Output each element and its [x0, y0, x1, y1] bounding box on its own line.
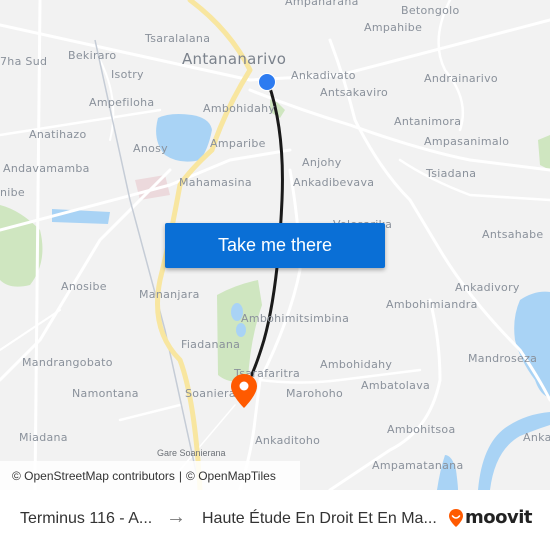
destination-name: Haute Étude En Droit Et En Ma... [202, 510, 437, 527]
map-attribution: © OpenStreetMap contributors | © OpenMap… [0, 461, 300, 490]
place-label: Ankadi [523, 431, 550, 444]
take-me-there-button[interactable]: Take me there [165, 223, 385, 268]
openmaptiles-attribution-link[interactable]: © OpenMapTiles [186, 469, 276, 483]
place-label: Antanimora [394, 115, 462, 128]
moovit-logo[interactable]: moovit [448, 507, 533, 528]
place-label: Gare Soanierana [157, 448, 226, 458]
place-label: Betongolo [401, 4, 460, 17]
place-label: Ankadivato [291, 69, 356, 82]
place-label: Ampasanimalo [424, 135, 510, 148]
osm-attribution-link[interactable]: © OpenStreetMap contributors [12, 469, 175, 483]
place-label: Ambohidahy [320, 358, 393, 371]
place-label: Antananarivo [182, 50, 287, 68]
map[interactable]: Ampanarana Betongolo Tsaralalana Bekiraro 7h… [0, 0, 550, 490]
moovit-wordmark: moovit [465, 507, 533, 528]
place-label: Antsakaviro [320, 86, 389, 99]
place-label: 7ha Sud [0, 55, 48, 68]
place-label: Amparibe [210, 137, 266, 150]
place-label: Ambohimitsimbina [241, 312, 350, 325]
place-label: Ampefiloha [89, 96, 155, 109]
place-label: Anosibe [61, 280, 107, 293]
place-label: Ankadibevava [293, 176, 375, 189]
place-label: Tsiadana [426, 167, 477, 180]
place-label: Ambohitsoa [387, 423, 456, 436]
place-label: Ankaditoho [255, 434, 321, 447]
place-label: Mahamasina [179, 176, 252, 189]
place-label: Mananjara [139, 288, 200, 301]
place-label: Andavamamba [3, 162, 90, 175]
place-label: Ampanarana [285, 0, 359, 8]
place-label: Ambatolava [361, 379, 431, 392]
place-label: Ankadivory [455, 281, 520, 294]
place-label: Tsaralalana [145, 32, 211, 45]
place-label: Ampahibe [364, 21, 423, 34]
water-west [52, 209, 110, 224]
origin-marker[interactable] [258, 73, 276, 91]
trip-footer: Terminus 116 - A... → Haute Étude En Dro… [0, 490, 550, 550]
arrow-right-icon: → [166, 506, 186, 528]
place-label: Antsahabe [482, 228, 544, 241]
destination-pin-icon[interactable] [230, 373, 258, 413]
place-label: Isotry [111, 68, 144, 81]
attribution-separator: | [178, 468, 183, 483]
place-label: Bekiraro [68, 49, 117, 62]
river-south [478, 412, 550, 490]
place-label: nibe [0, 186, 25, 199]
place-label: Mandrangobato [22, 356, 113, 369]
place-label: Ambohidahy [203, 102, 276, 115]
moovit-pin-icon [449, 508, 463, 527]
place-label: Miadana [19, 431, 68, 444]
place-label: Mandroseza [468, 352, 538, 365]
place-label: Anatihazo [29, 128, 87, 141]
place-label: Fiadanana [181, 338, 241, 351]
park-east [538, 135, 550, 170]
place-label: Ambohimiandra [386, 298, 478, 311]
origin-stop-name: Terminus 116 - A... [20, 510, 153, 527]
place-label: Namontana [72, 387, 139, 400]
place-label: Marohoho [286, 387, 344, 400]
lake-mandroseza [514, 291, 550, 398]
place-label: Ampamatanana [372, 459, 464, 472]
place-label: Andrainarivo [424, 72, 498, 85]
place-label: Anjohy [302, 156, 342, 169]
place-label: Anosy [133, 142, 168, 155]
